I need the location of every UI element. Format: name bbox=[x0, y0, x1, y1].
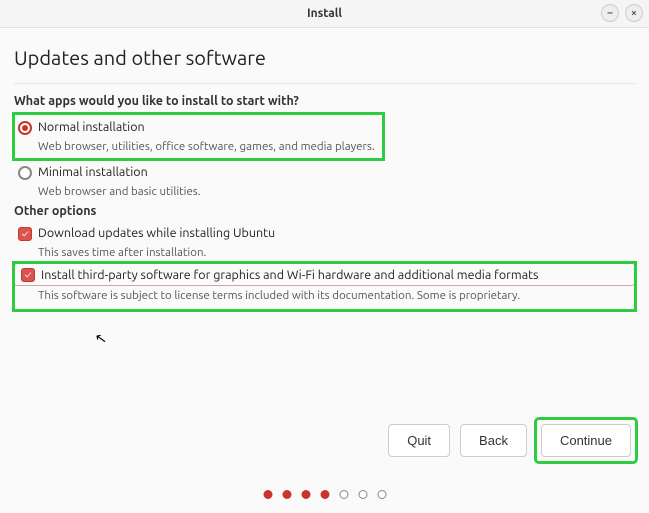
continue-highlight: Continue bbox=[537, 420, 635, 461]
progress-dot bbox=[263, 490, 272, 499]
window-controls: – × bbox=[601, 4, 643, 22]
quit-button[interactable]: Quit bbox=[388, 424, 450, 457]
thirdparty-desc: This software is subject to license term… bbox=[38, 289, 635, 302]
normal-install-desc: Web browser, utilities, office software,… bbox=[38, 140, 375, 153]
thirdparty-highlight: ✓ Install third-party software for graph… bbox=[14, 263, 635, 310]
progress-dot bbox=[282, 490, 291, 499]
minimize-button[interactable]: – bbox=[601, 4, 619, 22]
progress-dot bbox=[358, 490, 367, 499]
normal-install-label: Normal installation bbox=[38, 120, 145, 134]
minimal-install-radio[interactable] bbox=[18, 166, 32, 180]
other-options-title: Other options bbox=[14, 204, 635, 218]
thirdparty-checkbox[interactable]: ✓ bbox=[21, 268, 35, 282]
cursor-icon: ↖ bbox=[94, 329, 109, 348]
download-updates-checkbox[interactable]: ✓ bbox=[18, 227, 32, 241]
normal-install-option[interactable]: Normal installation bbox=[14, 118, 375, 137]
window-title: Install bbox=[307, 7, 342, 20]
back-button[interactable]: Back bbox=[460, 424, 527, 457]
download-updates-desc: This saves time after installation. bbox=[38, 246, 635, 259]
apps-question: What apps would you like to install to s… bbox=[14, 94, 635, 108]
progress-dot bbox=[301, 490, 310, 499]
normal-install-radio[interactable] bbox=[18, 121, 32, 135]
close-button[interactable]: × bbox=[625, 4, 643, 22]
minimal-install-option[interactable]: Minimal installation bbox=[14, 163, 635, 182]
thirdparty-option[interactable]: ✓ Install third-party software for graph… bbox=[14, 263, 635, 286]
titlebar: Install – × bbox=[0, 0, 649, 28]
progress-dot bbox=[339, 490, 348, 499]
progress-dots bbox=[263, 490, 386, 499]
divider bbox=[14, 83, 635, 84]
minimal-install-desc: Web browser and basic utilities. bbox=[38, 185, 635, 198]
minimal-install-label: Minimal installation bbox=[38, 165, 148, 179]
normal-install-highlight: Normal installation Web browser, utiliti… bbox=[14, 114, 383, 159]
continue-button[interactable]: Continue bbox=[541, 424, 631, 457]
thirdparty-label: Install third-party software for graphic… bbox=[41, 268, 538, 282]
download-updates-label: Download updates while installing Ubuntu bbox=[38, 226, 275, 240]
content-area: Updates and other software What apps wou… bbox=[0, 28, 649, 310]
progress-dot bbox=[320, 490, 329, 499]
page-title: Updates and other software bbox=[14, 46, 635, 69]
footer-buttons: Quit Back Continue bbox=[388, 420, 635, 461]
download-updates-option[interactable]: ✓ Download updates while installing Ubun… bbox=[14, 224, 635, 243]
progress-dot bbox=[377, 490, 386, 499]
